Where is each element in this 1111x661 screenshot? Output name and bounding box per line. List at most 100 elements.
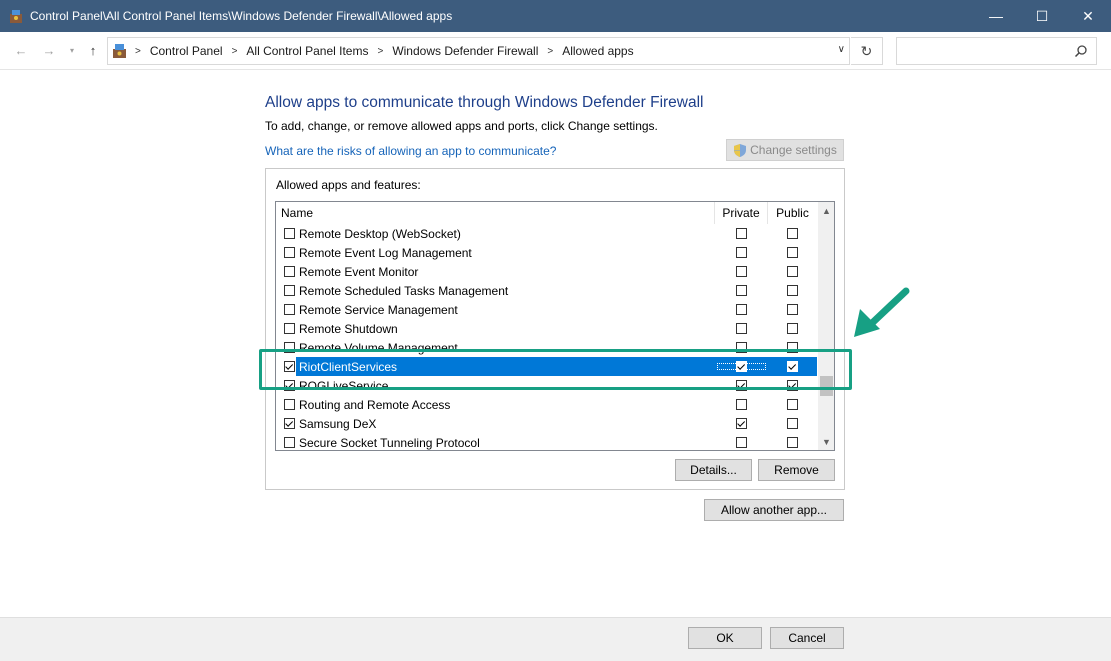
scrollbar-thumb[interactable] bbox=[820, 376, 833, 396]
private-checkbox[interactable] bbox=[736, 399, 747, 410]
list-item[interactable]: Remote Desktop (WebSocket) bbox=[276, 224, 817, 243]
public-checkbox[interactable] bbox=[787, 361, 798, 372]
breadcrumb-control-panel[interactable]: Control Panel bbox=[150, 44, 223, 58]
private-checkbox[interactable] bbox=[736, 380, 747, 391]
app-enabled-checkbox[interactable] bbox=[284, 247, 295, 258]
search-input[interactable] bbox=[897, 38, 1067, 64]
change-settings-button[interactable]: Change settings bbox=[726, 139, 844, 161]
scroll-down-icon[interactable]: ▼ bbox=[818, 433, 834, 450]
scroll-up-icon[interactable]: ▲ bbox=[818, 202, 834, 219]
app-enabled-checkbox[interactable] bbox=[284, 266, 295, 277]
list-item[interactable]: Routing and Remote Access bbox=[276, 395, 817, 414]
public-cell bbox=[768, 247, 817, 258]
private-checkbox[interactable] bbox=[736, 285, 747, 296]
allowed-apps-list[interactable]: Name Private Public Remote Desktop (WebS… bbox=[275, 201, 835, 451]
group-label: Allowed apps and features: bbox=[276, 178, 421, 192]
app-enabled-checkbox[interactable] bbox=[284, 323, 295, 334]
app-name-label: ROGLiveService bbox=[299, 378, 389, 393]
app-enabled-checkbox[interactable] bbox=[284, 361, 295, 372]
private-checkbox[interactable] bbox=[736, 323, 747, 334]
public-checkbox[interactable] bbox=[787, 323, 798, 334]
public-cell bbox=[768, 437, 817, 448]
app-name-label: Remote Service Management bbox=[299, 302, 458, 317]
list-item[interactable]: Remote Event Log Management bbox=[276, 243, 817, 262]
public-cell bbox=[768, 361, 817, 372]
list-item[interactable]: Samsung DeX bbox=[276, 414, 817, 433]
private-cell bbox=[715, 228, 768, 239]
breadcrumb-firewall[interactable]: Windows Defender Firewall bbox=[392, 44, 538, 58]
app-name-cell: Remote Volume Management bbox=[276, 341, 715, 355]
refresh-button[interactable]: ↻ bbox=[851, 37, 883, 65]
private-checkbox[interactable] bbox=[736, 266, 747, 277]
public-checkbox[interactable] bbox=[787, 399, 798, 410]
public-checkbox[interactable] bbox=[787, 380, 798, 391]
back-button[interactable]: ← bbox=[12, 41, 30, 59]
cancel-button[interactable]: Cancel bbox=[770, 627, 844, 649]
close-icon: ✕ bbox=[1082, 7, 1094, 24]
ok-button[interactable]: OK bbox=[688, 627, 762, 649]
control-panel-icon bbox=[113, 44, 126, 58]
public-checkbox[interactable] bbox=[787, 266, 798, 277]
column-header-public[interactable]: Public bbox=[768, 202, 817, 224]
list-item[interactable]: Secure Socket Tunneling Protocol bbox=[276, 433, 817, 450]
private-checkbox[interactable] bbox=[736, 228, 747, 239]
public-checkbox[interactable] bbox=[787, 437, 798, 448]
public-checkbox[interactable] bbox=[787, 304, 798, 315]
remove-button[interactable]: Remove bbox=[758, 459, 835, 481]
list-rows: Remote Desktop (WebSocket) Remote Event L… bbox=[276, 224, 817, 450]
app-enabled-checkbox[interactable] bbox=[284, 285, 295, 296]
public-cell bbox=[768, 418, 817, 429]
details-button[interactable]: Details... bbox=[675, 459, 752, 481]
app-enabled-checkbox[interactable] bbox=[284, 399, 295, 410]
list-item[interactable]: Remote Service Management bbox=[276, 300, 817, 319]
list-item[interactable]: Remote Event Monitor bbox=[276, 262, 817, 281]
list-item[interactable]: Remote Scheduled Tasks Management bbox=[276, 281, 817, 300]
public-checkbox[interactable] bbox=[787, 247, 798, 258]
vertical-scrollbar[interactable]: ▲ ▼ bbox=[818, 202, 834, 450]
allow-another-app-button[interactable]: Allow another app... bbox=[704, 499, 844, 521]
app-name-cell: Remote Event Log Management bbox=[276, 246, 715, 260]
app-enabled-checkbox[interactable] bbox=[284, 380, 295, 391]
close-button[interactable]: ✕ bbox=[1065, 0, 1111, 32]
private-checkbox[interactable] bbox=[736, 247, 747, 258]
minimize-button[interactable]: — bbox=[973, 0, 1019, 32]
public-checkbox[interactable] bbox=[787, 285, 798, 296]
private-checkbox[interactable] bbox=[736, 304, 747, 315]
list-item[interactable]: Remote Volume Management bbox=[276, 338, 817, 357]
column-header-private[interactable]: Private bbox=[715, 202, 768, 224]
app-enabled-checkbox[interactable] bbox=[284, 342, 295, 353]
search-box[interactable] bbox=[896, 37, 1097, 65]
private-checkbox[interactable] bbox=[736, 342, 747, 353]
app-enabled-checkbox[interactable] bbox=[284, 304, 295, 315]
list-item[interactable]: ROGLiveService bbox=[276, 376, 817, 395]
app-enabled-checkbox[interactable] bbox=[284, 437, 295, 448]
private-cell bbox=[715, 304, 768, 315]
list-item[interactable]: RiotClientServices bbox=[276, 357, 817, 376]
app-name-label: Remote Event Monitor bbox=[299, 264, 419, 279]
control-panel-icon bbox=[10, 10, 22, 23]
public-checkbox[interactable] bbox=[787, 228, 798, 239]
private-checkbox[interactable] bbox=[736, 361, 747, 372]
recent-locations-button[interactable]: ▾ bbox=[63, 41, 81, 59]
app-enabled-checkbox[interactable] bbox=[284, 228, 295, 239]
private-checkbox[interactable] bbox=[736, 418, 747, 429]
app-enabled-checkbox[interactable] bbox=[284, 418, 295, 429]
list-header: Name Private Public bbox=[276, 202, 817, 224]
dialog-footer bbox=[0, 617, 1111, 661]
column-header-name[interactable]: Name bbox=[276, 202, 715, 224]
breadcrumb-all-items[interactable]: All Control Panel Items bbox=[246, 44, 368, 58]
private-checkbox[interactable] bbox=[736, 437, 747, 448]
forward-button[interactable]: → bbox=[40, 41, 58, 59]
maximize-button[interactable]: ☐ bbox=[1019, 0, 1065, 32]
up-button[interactable]: ↑ bbox=[84, 41, 102, 59]
public-checkbox[interactable] bbox=[787, 418, 798, 429]
app-name-cell: Remote Service Management bbox=[276, 303, 715, 317]
breadcrumb[interactable]: > Control Panel > All Control Panel Item… bbox=[107, 37, 850, 65]
chevron-down-icon[interactable]: ∨ bbox=[838, 44, 845, 55]
private-cell bbox=[715, 266, 768, 277]
risks-link[interactable]: What are the risks of allowing an app to… bbox=[265, 144, 556, 158]
app-name-cell: RiotClientServices bbox=[276, 358, 715, 375]
list-item[interactable]: Remote Shutdown bbox=[276, 319, 817, 338]
breadcrumb-allowed-apps[interactable]: Allowed apps bbox=[562, 44, 633, 58]
public-checkbox[interactable] bbox=[787, 342, 798, 353]
